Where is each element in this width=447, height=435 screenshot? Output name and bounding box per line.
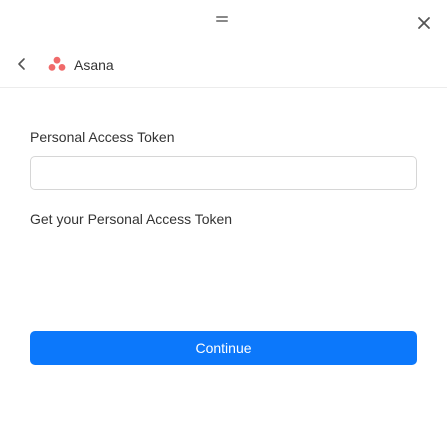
token-input[interactable] — [30, 156, 417, 190]
close-button[interactable] — [415, 14, 433, 32]
token-field-label: Personal Access Token — [30, 129, 175, 145]
close-icon — [418, 17, 430, 29]
continue-button[interactable]: Continue — [30, 331, 417, 365]
asana-logo-icon — [48, 56, 66, 71]
app-name: Asana — [74, 57, 114, 73]
get-token-link[interactable]: Get your Personal Access Token — [30, 210, 232, 228]
window-top-bar — [0, 0, 447, 42]
back-button[interactable] — [10, 52, 34, 76]
grip-lines-icon[interactable] — [216, 16, 228, 22]
app-header: Asana — [0, 42, 447, 88]
chevron-left-icon — [18, 58, 25, 70]
